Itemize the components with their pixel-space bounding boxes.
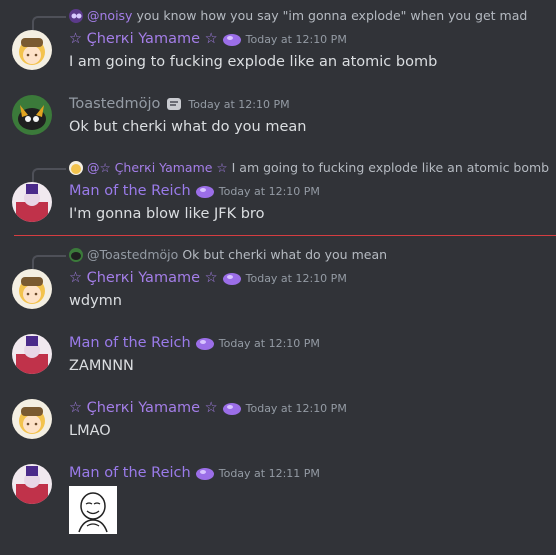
message-content: I'm gonna blow like JFK bro [69,206,265,222]
author-name[interactable]: Man of the Reich [69,183,191,199]
message-content: ZAMNNN [69,358,134,374]
reich-avatar[interactable] [12,464,52,504]
message-header: ☆ Çherкi Yamame ☆ Today at 12:10 PM [69,400,347,416]
purple-blob-icon[interactable] [222,31,242,47]
timestamp[interactable]: Today at 12:10 PM [246,33,347,46]
cherki-avatar[interactable] [12,30,52,70]
timestamp[interactable]: Today at 12:10 PM [188,98,289,111]
purple-blob-icon[interactable] [195,183,215,199]
reply-spine [32,168,66,182]
message-content: LMAO [69,423,111,439]
message-content: Ok but cherki what do you mean [69,119,307,135]
message-header: Man of the Reich Today at 12:11 PM [69,465,320,481]
cherki-avatar[interactable] [12,269,52,309]
author-name[interactable]: ☆ Çherкi Yamame ☆ [69,270,218,286]
author-name[interactable]: ☆ Çherкi Yamame ☆ [69,400,218,416]
toasted-mini-avatar [69,247,83,262]
message-header: ☆ Çherкi Yamame ☆ Today at 12:10 PM [69,270,347,286]
author-name[interactable]: Toastedmöjo [69,96,160,112]
author-name[interactable]: Man of the Reich [69,335,191,351]
cherki-mini-avatar [69,160,83,175]
reich-avatar[interactable] [12,334,52,374]
message-header: Toastedmöjo Today at 12:10 PM [69,96,290,112]
message-header: Man of the Reich Today at 12:10 PM [69,335,320,351]
purple-blob-icon[interactable] [222,400,242,416]
timestamp[interactable]: Today at 12:10 PM [246,402,347,415]
reply-preview[interactable]: @☆ Çherкi Yamame ☆ I am going to fucking… [69,160,549,175]
author-name[interactable]: ☆ Çherкi Yamame ☆ [69,31,218,47]
noisy-mini-avatar [69,8,83,23]
timestamp[interactable]: Today at 12:10 PM [246,272,347,285]
reply-author[interactable]: @noisy [87,8,132,23]
timestamp[interactable]: Today at 12:11 PM [219,467,320,480]
message-content: I am going to fucking explode like an at… [69,54,438,70]
timestamp[interactable]: Today at 12:10 PM [219,337,320,350]
reply-preview[interactable]: @noisy you know how you say "im gonna ex… [69,8,527,23]
reply-text[interactable]: you know how you say "im gonna explode" … [136,8,527,23]
author-name[interactable]: Man of the Reich [69,465,191,481]
toasted-avatar[interactable] [12,95,52,135]
meme-face-image[interactable] [69,486,117,534]
message-content: wdymn [69,293,122,309]
message-header: Man of the Reich Today at 12:10 PM [69,183,320,199]
purple-blob-icon[interactable] [222,270,242,286]
new-messages-divider [14,235,556,236]
reich-avatar[interactable] [12,182,52,222]
reply-author[interactable]: @Toastedmöjo [87,247,178,262]
reply-spine [32,16,66,30]
cherki-avatar[interactable] [12,399,52,439]
purple-blob-icon[interactable] [195,335,215,351]
message-header: ☆ Çherкi Yamame ☆ Today at 12:10 PM [69,31,347,47]
purple-blob-icon[interactable] [195,465,215,481]
reply-spine [32,255,66,269]
timestamp[interactable]: Today at 12:10 PM [219,185,320,198]
reply-author[interactable]: @☆ Çherкi Yamame ☆ [87,160,228,175]
reply-text[interactable]: I am going to fucking explode like an at… [232,160,550,175]
reply-text[interactable]: Ok but cherki what do you mean [182,247,387,262]
reply-preview[interactable]: @Toastedmöjo Ok but cherki what do you m… [69,247,387,262]
grey-badge-icon[interactable] [164,96,184,112]
